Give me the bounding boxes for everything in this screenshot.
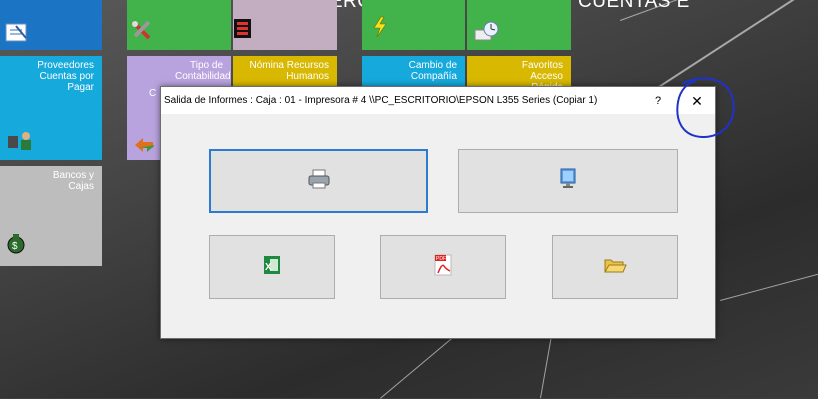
table-icon	[233, 18, 253, 43]
tile-favoritos-label: Favoritos Acceso Rápido	[521, 60, 563, 86]
tile-nomina-label: Nómina Recursos Humanos	[249, 60, 329, 82]
svg-text:X: X	[265, 262, 272, 273]
tile-proveedores-label: Proveedores Cuentas por Pagar	[37, 60, 94, 93]
light-streak	[380, 333, 458, 399]
tile-cambio-label: Cambio de Compañía	[408, 60, 457, 82]
svg-text:$: $	[12, 241, 18, 252]
document-icon	[4, 22, 30, 47]
tile-contabilidad-partial: C	[149, 88, 157, 99]
light-streak	[720, 263, 818, 301]
money-bag-icon: $	[6, 232, 26, 257]
tile-top-left[interactable]	[0, 0, 102, 50]
report-output-dialog: Salida de Informes : Caja : 01 - Impreso…	[160, 86, 716, 339]
tile-clock[interactable]	[467, 0, 571, 50]
excel-icon: X	[261, 254, 283, 281]
light-streak	[540, 329, 554, 399]
tile-bancos[interactable]: Bancos y Cajas $	[0, 166, 102, 266]
tile-nomina[interactable]: Nómina Recursos Humanos	[233, 56, 337, 86]
dialog-titlebar[interactable]: Salida de Informes : Caja : 01 - Impreso…	[161, 87, 715, 114]
lightning-icon	[372, 16, 388, 41]
tile-bancos-label: Bancos y Cajas	[52, 170, 94, 192]
tools-icon	[129, 18, 155, 45]
tile-cambio[interactable]: Cambio de Compañía	[362, 56, 465, 86]
tile-lightning[interactable]	[362, 0, 465, 50]
folder-icon	[603, 255, 627, 280]
tile-nomina-top[interactable]	[233, 0, 337, 50]
tile-contabilidad-label: Tipo de Contabilidad	[175, 60, 231, 82]
printer-icon	[307, 168, 331, 195]
print-button[interactable]	[209, 149, 428, 213]
pdf-badge-text: PDF	[436, 256, 446, 262]
help-button[interactable]: ?	[648, 91, 668, 111]
folder-button[interactable]	[552, 235, 678, 299]
pdf-button[interactable]: PDF	[380, 235, 506, 299]
tile-tools[interactable]	[127, 0, 231, 50]
people-icon	[6, 130, 34, 155]
dialog-title: Salida de Informes : Caja : 01 - Impreso…	[164, 95, 598, 106]
monitor-icon	[558, 167, 578, 196]
annotation-circle	[676, 77, 735, 139]
excel-button[interactable]: X	[209, 235, 335, 299]
clock-icon	[473, 20, 501, 45]
tile-proveedores[interactable]: Proveedores Cuentas por Pagar	[0, 56, 102, 160]
exchange-icon	[133, 136, 157, 157]
tile-favoritos[interactable]: Favoritos Acceso Rápido	[467, 56, 571, 86]
screen-button[interactable]	[458, 149, 678, 213]
pdf-icon: PDF	[432, 253, 454, 282]
